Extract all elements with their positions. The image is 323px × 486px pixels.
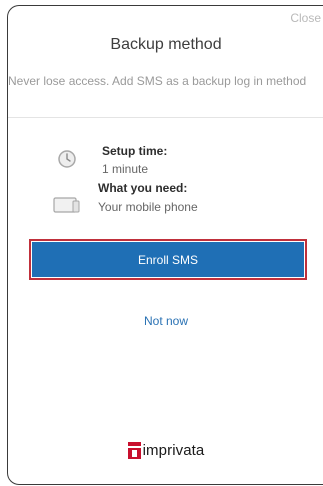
- not-now-link[interactable]: Not now: [8, 314, 323, 328]
- brand-name: imprivata: [142, 442, 205, 459]
- setup-time-value: 1 minute: [102, 162, 149, 176]
- setup-time-label: Setup time:: [102, 144, 168, 158]
- device-icon: [52, 195, 82, 215]
- what-you-need-label: What you need:: [98, 181, 188, 195]
- dialog-description: Never lose access. Add SMS as a backup l…: [8, 74, 307, 88]
- imprivata-logo-icon: [127, 442, 141, 459]
- dialog-title: Backup method: [110, 36, 222, 53]
- clock-icon: [55, 147, 79, 171]
- imprivata-logo: imprivata: [8, 442, 323, 459]
- divider: [8, 117, 323, 118]
- backup-method-dialog: Close Backup method Never lose access. A…: [7, 5, 323, 485]
- enroll-sms-highlight: Enroll SMS: [29, 239, 307, 280]
- close-button[interactable]: Close: [290, 11, 321, 25]
- enroll-sms-button[interactable]: Enroll SMS: [32, 242, 304, 277]
- what-you-need-value: Your mobile phone: [98, 200, 198, 214]
